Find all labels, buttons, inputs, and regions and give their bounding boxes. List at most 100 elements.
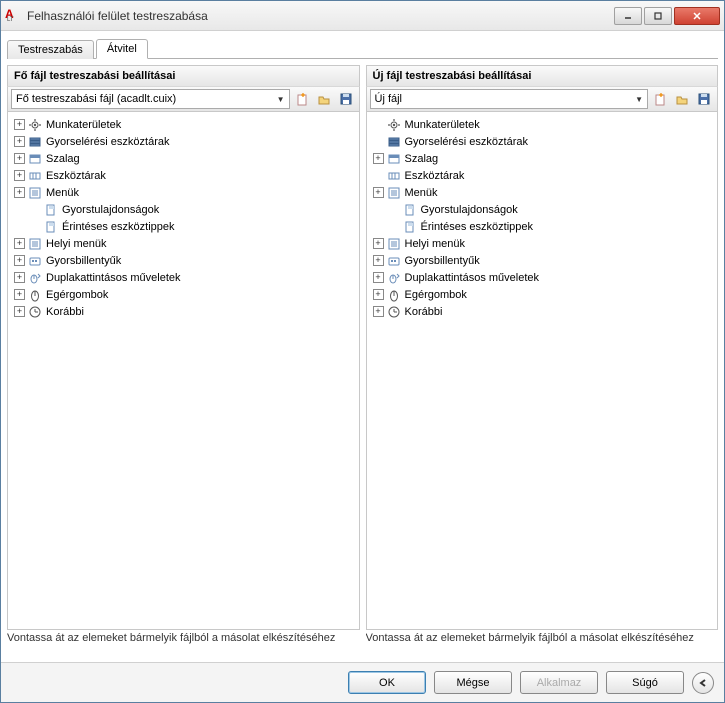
tree-node[interactable]: Eszköztárak	[10, 167, 357, 184]
expand-icon[interactable]	[373, 187, 384, 198]
expand-icon[interactable]	[373, 238, 384, 249]
context-help-icon[interactable]	[692, 672, 714, 694]
tree-node-label: Gyorselérési eszköztárak	[405, 136, 529, 148]
client-area: Testreszabás Átvitel Fő fájl testreszabá…	[1, 31, 724, 662]
expand-icon[interactable]	[14, 306, 25, 317]
tree-node-label: Gyorsbillentyűk	[46, 255, 121, 267]
tree-node-label: Érintéses eszköztippek	[62, 221, 175, 233]
tree-node-label: Gyorselérési eszköztárak	[46, 136, 170, 148]
new-file-icon[interactable]	[292, 89, 312, 109]
maximize-button[interactable]	[644, 7, 672, 25]
tree-node[interactable]: Gyorsbillentyűk	[10, 252, 357, 269]
save-file-icon[interactable]	[694, 89, 714, 109]
left-file-combo[interactable]: Fő testreszabási fájl (acadlt.cuix) ▼	[11, 89, 290, 109]
cancel-button[interactable]: Mégse	[434, 671, 512, 694]
tree-node[interactable]: Gyorselérési eszköztárak	[369, 133, 716, 150]
right-panel: Új fájl testreszabási beállításai Új fáj…	[366, 65, 719, 656]
right-footer-text: Vontassa át az elemeket bármelyik fájlbó…	[366, 630, 719, 656]
expand-icon[interactable]	[14, 238, 25, 249]
key-icon	[386, 254, 402, 268]
tree-node[interactable]: Egérgombok	[369, 286, 716, 303]
tree-node[interactable]: Eszköztárak	[369, 167, 716, 184]
expand-icon[interactable]	[14, 187, 25, 198]
tree-node-label: Eszköztárak	[405, 170, 465, 182]
button-label: Alkalmaz	[537, 677, 582, 689]
tab-body: Fő fájl testreszabási beállításai Fő tes…	[7, 59, 718, 656]
tree-node[interactable]: Helyi menük	[10, 235, 357, 252]
tree-node-label: Egérgombok	[405, 289, 467, 301]
expand-icon[interactable]	[14, 170, 25, 181]
expand-icon[interactable]	[373, 255, 384, 266]
tree-node[interactable]: Menük	[10, 184, 357, 201]
minimize-button[interactable]	[614, 7, 642, 25]
help-button[interactable]: Súgó	[606, 671, 684, 694]
combo-text: Új fájl	[375, 93, 636, 105]
titlebar: Felhasználói felület testreszabása	[1, 1, 724, 31]
left-panel-toolbar: Fő testreszabási fájl (acadlt.cuix) ▼	[7, 86, 360, 112]
tree-node-label: Szalag	[405, 153, 439, 165]
tree-node-label: Helyi menük	[46, 238, 107, 250]
tree-node[interactable]: Szalag	[10, 150, 357, 167]
close-button[interactable]	[674, 7, 720, 25]
ribbon-icon	[27, 152, 43, 166]
tree-node-label: Gyorsbillentyűk	[405, 255, 480, 267]
expand-icon[interactable]	[14, 255, 25, 266]
tree-node-label: Korábbi	[405, 306, 443, 318]
left-panel-header: Fő fájl testreszabási beállításai	[7, 65, 360, 86]
right-panel-header: Új fájl testreszabási beállításai	[366, 65, 719, 86]
tree-node-label: Menük	[46, 187, 79, 199]
open-file-icon[interactable]	[314, 89, 334, 109]
toolbar-icon	[386, 169, 402, 183]
right-file-combo[interactable]: Új fájl ▼	[370, 89, 649, 109]
tab-customize[interactable]: Testreszabás	[7, 40, 94, 59]
stack-icon	[27, 135, 43, 149]
expand-icon[interactable]	[14, 136, 25, 147]
leaf-icon	[43, 220, 59, 234]
tree-node[interactable]: Gyorstulajdonságok	[10, 201, 357, 218]
tree-node[interactable]: Érintéses eszköztippek	[10, 218, 357, 235]
tree-node[interactable]: Duplakattintásos műveletek	[10, 269, 357, 286]
gear-icon	[386, 118, 402, 132]
apply-button: Alkalmaz	[520, 671, 598, 694]
open-file-icon[interactable]	[672, 89, 692, 109]
tree-node[interactable]: Korábbi	[369, 303, 716, 320]
expand-icon[interactable]	[373, 306, 384, 317]
tree-node[interactable]: Gyorsbillentyűk	[369, 252, 716, 269]
expand-icon[interactable]	[373, 153, 384, 164]
tree-node[interactable]: Helyi menük	[369, 235, 716, 252]
expand-icon[interactable]	[14, 289, 25, 300]
left-panel: Fő fájl testreszabási beállításai Fő tes…	[7, 65, 360, 656]
expand-icon[interactable]	[373, 272, 384, 283]
leaf-icon	[402, 220, 418, 234]
expand-icon[interactable]	[14, 153, 25, 164]
tree-node[interactable]: Munkaterületek	[10, 116, 357, 133]
tree-node[interactable]: Szalag	[369, 150, 716, 167]
expand-icon[interactable]	[14, 119, 25, 130]
tree-node[interactable]: Gyorstulajdonságok	[369, 201, 716, 218]
tree-node[interactable]: Érintéses eszköztippek	[369, 218, 716, 235]
menu-icon	[386, 186, 402, 200]
tree-node-label: Helyi menük	[405, 238, 466, 250]
new-file-icon[interactable]	[650, 89, 670, 109]
right-tree[interactable]: Munkaterületek Gyorselérési eszköztárak Sz…	[366, 112, 719, 630]
tree-node[interactable]: Egérgombok	[10, 286, 357, 303]
tree-node[interactable]: Duplakattintásos műveletek	[369, 269, 716, 286]
menu-icon	[27, 237, 43, 251]
mouse-icon	[386, 288, 402, 302]
tree-node[interactable]: Munkaterületek	[369, 116, 716, 133]
save-file-icon[interactable]	[336, 89, 356, 109]
dialog-buttons: OK Mégse Alkalmaz Súgó	[1, 662, 724, 702]
expand-icon[interactable]	[14, 272, 25, 283]
tab-transfer[interactable]: Átvitel	[96, 39, 148, 59]
left-tree[interactable]: Munkaterületek Gyorselérési eszköztárak Sz…	[7, 112, 360, 630]
leaf-icon	[43, 203, 59, 217]
tree-node-label: Menük	[405, 187, 438, 199]
tree-node[interactable]: Korábbi	[10, 303, 357, 320]
ok-button[interactable]: OK	[348, 671, 426, 694]
chevron-down-icon: ▼	[635, 95, 643, 104]
expand-icon[interactable]	[373, 289, 384, 300]
tree-node-label: Gyorstulajdonságok	[421, 204, 518, 216]
tree-node[interactable]: Gyorselérési eszköztárak	[10, 133, 357, 150]
tree-node[interactable]: Menük	[369, 184, 716, 201]
clock-icon	[386, 305, 402, 319]
